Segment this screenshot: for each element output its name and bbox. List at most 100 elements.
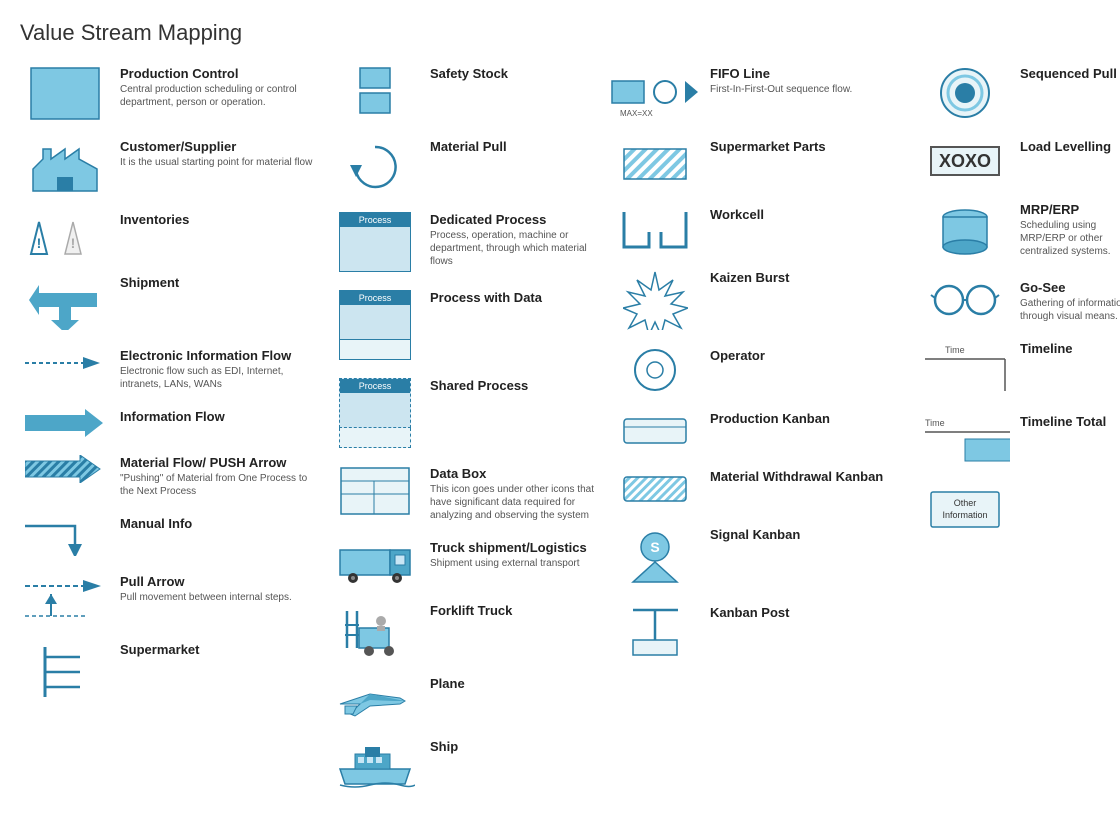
item-go-see: Go-See Gathering of information through …	[920, 280, 1120, 323]
mrp-erp-text: MRP/ERP Scheduling using MRP/ERP or othe…	[1020, 202, 1120, 258]
kaizen-burst-text: Kaizen Burst	[710, 270, 910, 287]
operator-icon	[628, 348, 683, 393]
dedicated-process-icon-area: Process	[330, 212, 420, 272]
item-information-flow: Information Flow	[20, 409, 330, 437]
item-plane: Plane	[330, 676, 610, 721]
process-with-data-label: Process	[340, 291, 410, 305]
plane-icon-area	[330, 676, 420, 721]
shared-process-box: Process	[339, 378, 411, 448]
process-with-data-lower	[339, 340, 411, 360]
workcell-icon-area	[610, 207, 700, 252]
production-kanban-text: Production Kanban	[710, 411, 910, 428]
truck-icon	[335, 540, 415, 585]
inventories-title: Inventories	[120, 212, 320, 227]
item-production-control: Production Control Central production sc…	[20, 66, 330, 121]
shipment-icon-area	[20, 275, 110, 330]
truck-icon-area	[330, 540, 420, 585]
material-pull-title: Material Pull	[430, 139, 600, 154]
ship-title: Ship	[430, 739, 600, 754]
production-control-title: Production Control	[120, 66, 320, 81]
manual-info-icon	[25, 516, 105, 556]
item-supermarket-parts: Supermarket Parts	[610, 139, 920, 189]
pull-arrow-icon	[25, 574, 105, 624]
electronic-info-icon-area	[20, 348, 110, 378]
signal-kanban-icon-area: S	[610, 527, 700, 587]
svg-text:Time: Time	[925, 418, 945, 428]
item-material-withdrawal: Material Withdrawal Kanban	[610, 469, 920, 509]
supermarket-parts-title: Supermarket Parts	[710, 139, 910, 154]
sequenced-pull-icon	[938, 66, 993, 121]
information-flow-text: Information Flow	[120, 409, 320, 426]
forklift-text: Forklift Truck	[430, 603, 600, 620]
item-kanban-post: Kanban Post	[610, 605, 920, 660]
page-title: Value Stream Mapping	[20, 20, 1100, 46]
item-production-kanban: Production Kanban	[610, 411, 920, 451]
dedicated-process-label: Process	[340, 213, 410, 227]
truck-desc: Shipment using external transport	[430, 557, 600, 570]
item-kaizen-burst: Kaizen Burst	[610, 270, 920, 330]
material-withdrawal-icon-area	[610, 469, 700, 509]
inventories-icon-area: ! !	[20, 212, 110, 257]
material-flow-icon	[25, 455, 105, 483]
pull-arrow-text: Pull Arrow Pull movement between interna…	[120, 574, 320, 604]
ship-icon	[335, 739, 415, 789]
item-truck: Truck shipment/Logistics Shipment using …	[330, 540, 610, 585]
manual-info-icon-area	[20, 516, 110, 556]
supermarket-icon-area	[20, 642, 110, 702]
go-see-title: Go-See	[1020, 280, 1120, 295]
item-customer-supplier: Customer/Supplier It is the usual starti…	[20, 139, 330, 194]
forklift-icon	[339, 603, 411, 658]
column-1: Production Control Central production sc…	[20, 66, 330, 807]
material-flow-desc: "Pushing" of Material from One Process t…	[120, 472, 320, 498]
kanban-post-title: Kanban Post	[710, 605, 910, 620]
go-see-icon	[929, 280, 1001, 320]
svg-text:!: !	[37, 235, 42, 251]
kaizen-burst-icon-area	[610, 270, 700, 330]
go-see-desc: Gathering of information through visual …	[1020, 297, 1120, 323]
svg-text:Information: Information	[942, 510, 987, 520]
timeline-total-icon-area: Time	[920, 414, 1010, 469]
material-flow-icon-area	[20, 455, 110, 483]
timeline-text: Timeline	[1020, 341, 1120, 358]
supermarket-title: Supermarket	[120, 642, 320, 657]
svg-text:Other: Other	[954, 498, 977, 508]
item-workcell: Workcell	[610, 207, 920, 252]
electronic-info-desc: Electronic flow such as EDI, Internet, i…	[120, 365, 320, 391]
signal-kanban-title: Signal Kanban	[710, 527, 910, 542]
item-ship: Ship	[330, 739, 610, 789]
inventories-icon: ! !	[29, 212, 101, 257]
shared-process-text: Shared Process	[430, 378, 600, 395]
item-supermarket: Supermarket	[20, 642, 330, 702]
item-pull-arrow: Pull Arrow Pull movement between interna…	[20, 574, 330, 624]
item-inventories: ! ! Inventories	[20, 212, 330, 257]
safety-stock-title: Safety Stock	[430, 66, 600, 81]
item-material-pull: Material Pull	[330, 139, 610, 194]
material-withdrawal-icon	[619, 469, 691, 509]
dedicated-process-desc: Process, operation, machine or departmen…	[430, 229, 600, 268]
item-dedicated-process: Process Dedicated Process Process, opera…	[330, 212, 610, 272]
item-operator: Operator	[610, 348, 920, 393]
shipment-icon	[29, 275, 101, 330]
item-timeline-total: Time Timeline Total	[920, 414, 1120, 469]
svg-text:XOXO: XOXO	[939, 151, 991, 171]
kanban-post-icon	[623, 605, 688, 660]
electronic-info-icon	[25, 348, 105, 378]
item-safety-stock: Safety Stock	[330, 66, 610, 121]
truck-title: Truck shipment/Logistics	[430, 540, 600, 555]
pull-arrow-icon-area	[20, 574, 110, 624]
item-signal-kanban: S Signal Kanban	[610, 527, 920, 587]
item-forklift: Forklift Truck	[330, 603, 610, 658]
go-see-icon-area	[920, 280, 1010, 320]
customer-supplier-icon	[29, 139, 101, 194]
process-with-data-title: Process with Data	[430, 290, 600, 305]
kaizen-burst-title: Kaizen Burst	[710, 270, 910, 285]
item-other-information: Other Information	[920, 487, 1120, 532]
customer-supplier-title: Customer/Supplier	[120, 139, 320, 154]
svg-text:Time: Time	[945, 345, 965, 355]
fifo-line-desc: First-In-First-Out sequence flow.	[710, 83, 910, 96]
item-timeline: Time Timeline	[920, 341, 1120, 396]
supermarket-text: Supermarket	[120, 642, 320, 659]
ship-text: Ship	[430, 739, 600, 756]
process-with-data-icon-area: Process	[330, 290, 420, 360]
other-information-icon-area: Other Information	[920, 487, 1010, 532]
